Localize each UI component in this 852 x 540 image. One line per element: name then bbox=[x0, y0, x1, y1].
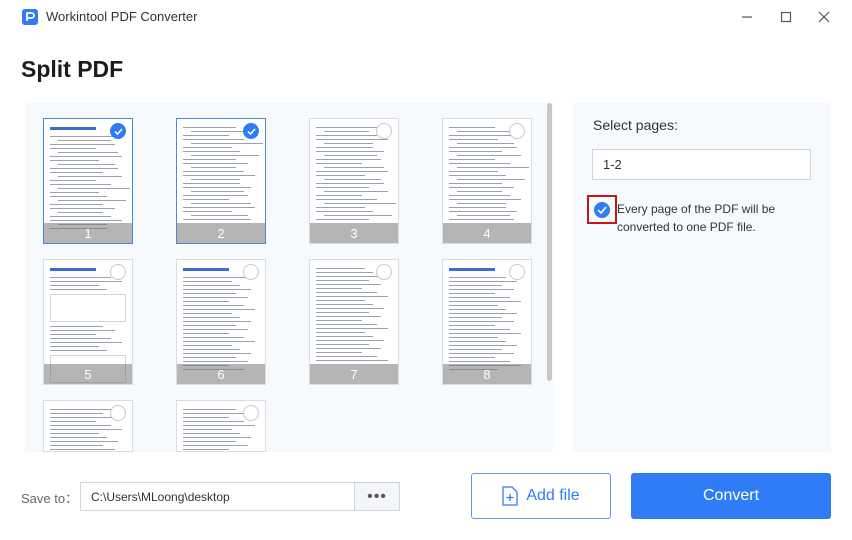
unchecked-icon[interactable] bbox=[376, 123, 392, 139]
page-thumbnail[interactable]: 5 bbox=[43, 259, 133, 385]
close-icon bbox=[818, 11, 830, 23]
close-button[interactable] bbox=[813, 6, 835, 28]
page-number: 1 bbox=[44, 223, 132, 243]
unchecked-icon[interactable] bbox=[509, 264, 525, 280]
thumbnail-scrollbar[interactable] bbox=[547, 103, 552, 381]
page-thumbnail[interactable]: 7 bbox=[309, 259, 399, 385]
unchecked-icon[interactable] bbox=[509, 123, 525, 139]
check-icon bbox=[594, 201, 610, 218]
every-page-label: Every page of the PDF will be converted … bbox=[617, 202, 776, 234]
unchecked-icon[interactable] bbox=[110, 405, 126, 421]
minimize-button[interactable] bbox=[736, 6, 758, 28]
page-thumbnail[interactable]: 1 bbox=[43, 118, 133, 244]
convert-button[interactable]: Convert bbox=[631, 473, 831, 519]
browse-button[interactable]: ••• bbox=[354, 482, 400, 511]
page-number: 4 bbox=[443, 223, 531, 243]
maximize-icon bbox=[780, 11, 792, 23]
page-thumbnail[interactable]: 4 bbox=[442, 118, 532, 244]
page-thumbnail[interactable] bbox=[176, 400, 266, 452]
unchecked-icon[interactable] bbox=[110, 264, 126, 280]
add-file-button[interactable]: Add file bbox=[471, 473, 611, 519]
save-to-label: Save to： bbox=[21, 491, 79, 506]
page-preview bbox=[316, 268, 392, 362]
unchecked-icon[interactable] bbox=[243, 264, 259, 280]
page-preview bbox=[449, 268, 525, 370]
more-icon: ••• bbox=[367, 487, 387, 505]
page-preview bbox=[50, 268, 126, 383]
add-file-label: Add file bbox=[526, 487, 580, 504]
page-thumbnail[interactable] bbox=[43, 400, 133, 452]
page-number: 8 bbox=[443, 364, 531, 384]
page-number: 6 bbox=[177, 364, 265, 384]
window-title: Workintool PDF Converter bbox=[46, 9, 198, 24]
title-bar: Workintool PDF Converter bbox=[0, 0, 852, 34]
checked-icon[interactable] bbox=[243, 123, 259, 139]
maximize-button[interactable] bbox=[775, 6, 797, 28]
page-number: 3 bbox=[310, 223, 398, 243]
add-file-icon bbox=[502, 486, 518, 506]
checked-icon[interactable] bbox=[110, 123, 126, 139]
page-preview bbox=[183, 268, 259, 370]
page-preview bbox=[183, 127, 263, 221]
page-number: 5 bbox=[44, 364, 132, 384]
page-number: 2 bbox=[177, 223, 265, 243]
page-thumbnail[interactable]: 8 bbox=[442, 259, 532, 385]
app-logo-icon bbox=[22, 9, 38, 25]
select-pages-label: Select pages: bbox=[593, 117, 678, 133]
page-thumbnail[interactable]: 3 bbox=[309, 118, 399, 244]
minimize-icon bbox=[742, 16, 752, 18]
page-thumbnail[interactable]: 6 bbox=[176, 259, 266, 385]
pages-input[interactable] bbox=[592, 149, 811, 180]
page-thumbnail[interactable]: 2 bbox=[176, 118, 266, 244]
unchecked-icon[interactable] bbox=[243, 405, 259, 421]
page-number: 7 bbox=[310, 364, 398, 384]
unchecked-icon[interactable] bbox=[376, 264, 392, 280]
save-path-input[interactable] bbox=[80, 482, 354, 511]
page-title: Split PDF bbox=[21, 56, 124, 82]
every-page-checkbox[interactable] bbox=[587, 195, 617, 224]
page-preview bbox=[50, 127, 130, 229]
page-preview bbox=[449, 127, 529, 221]
page-preview bbox=[316, 127, 396, 221]
